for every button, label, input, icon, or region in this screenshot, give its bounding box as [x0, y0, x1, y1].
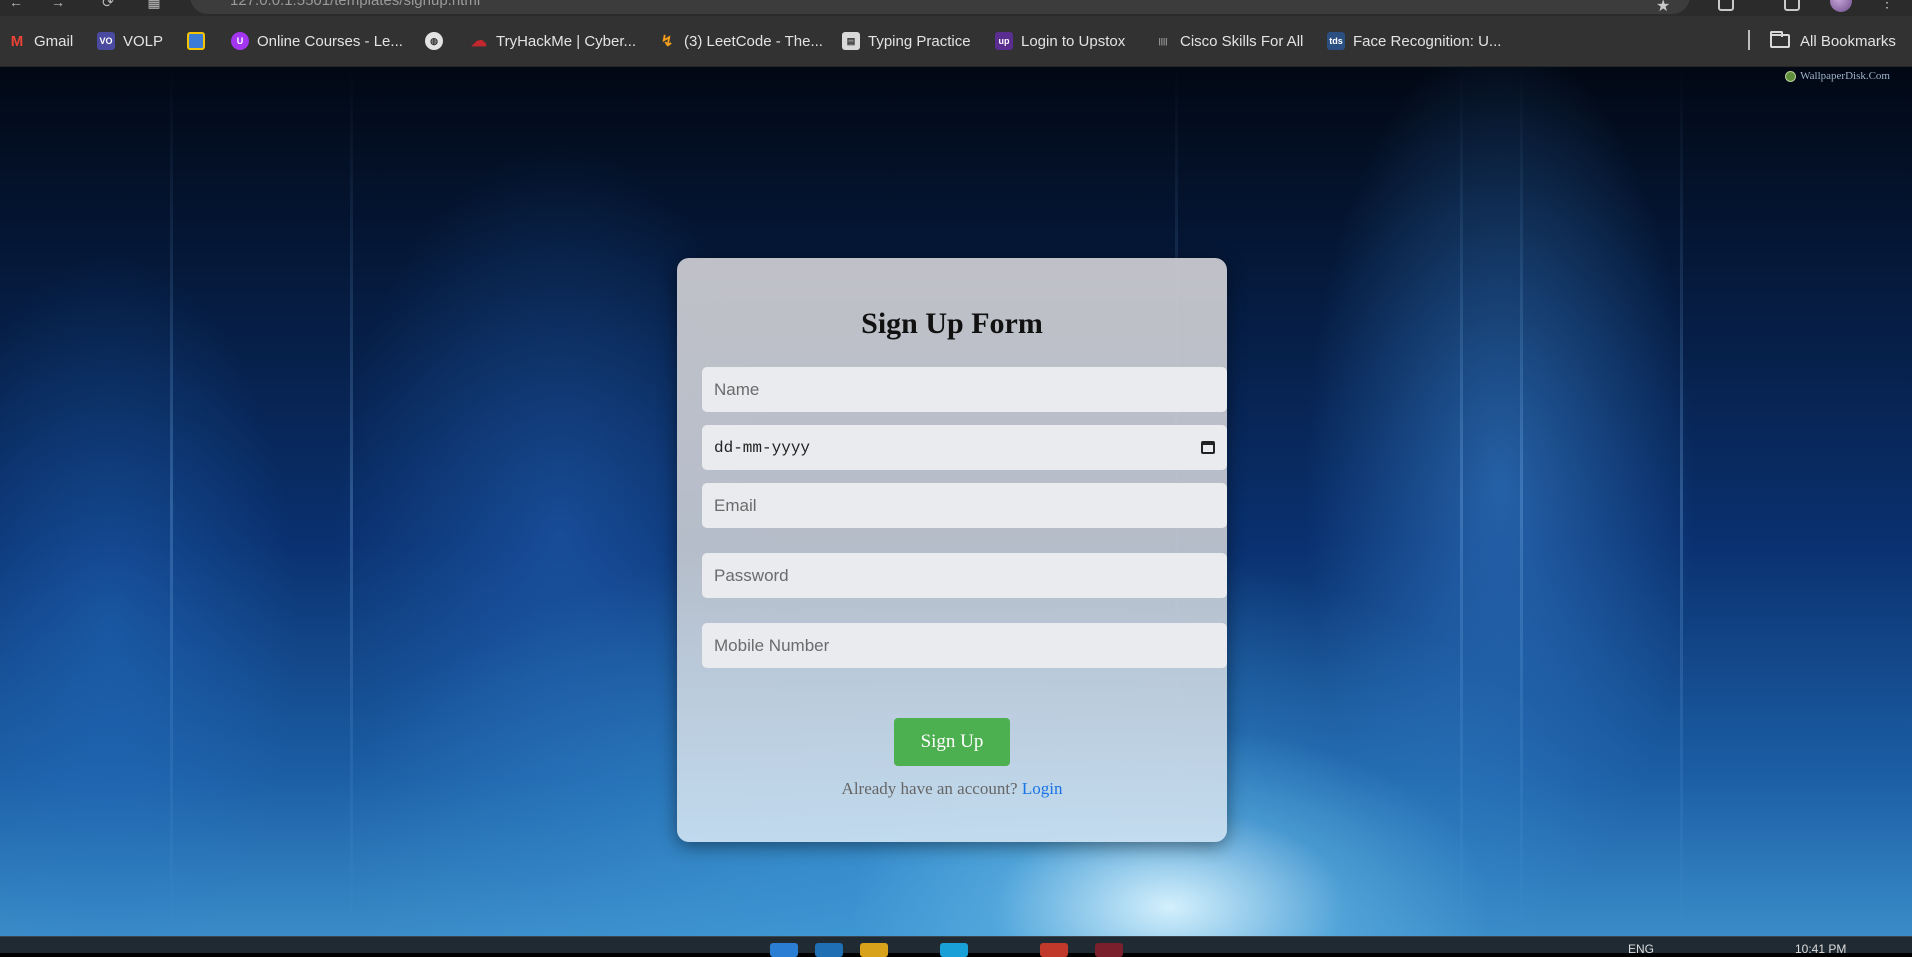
login-link[interactable]: Login — [1022, 779, 1063, 798]
dob-input[interactable]: dd-mm-yyyy — [702, 425, 1227, 470]
tryhackme-icon: ☁ — [471, 33, 487, 50]
bookmarks-bar: M Gmail VO VOLP U Online Courses - Le...… — [0, 16, 1912, 67]
sidepanel-icon[interactable] — [1784, 0, 1800, 11]
address-bar[interactable]: 127.0.0.1:5501/templates/signup.html — [190, 0, 1690, 14]
taskbar: ENG 10:41 PM — [0, 936, 1912, 957]
typing-icon: ▤ — [842, 32, 860, 50]
gmail-icon: M — [10, 32, 24, 50]
volp-icon: VO — [97, 32, 115, 50]
wallpaper-watermark: WallpaperDisk.Com — [1785, 70, 1890, 82]
light-streak — [1680, 67, 1683, 936]
browser-toolbar: ← → ⟳ ▦ 127.0.0.1:5501/templates/signup.… — [0, 0, 1912, 16]
bookmark-label: Login to Upstox — [1021, 32, 1126, 50]
upstox-icon: up — [995, 32, 1013, 50]
profile-avatar[interactable] — [1830, 0, 1852, 12]
clock[interactable]: 10:41 PM — [1795, 942, 1846, 956]
login-prompt-text: Already have an account? — [841, 779, 1018, 798]
taskbar-app-icon[interactable] — [770, 943, 798, 957]
dob-placeholder: dd-mm-yyyy — [714, 438, 811, 457]
light-streak — [170, 67, 173, 936]
bookmark-label: Cisco Skills For All — [1180, 32, 1304, 50]
email-input[interactable] — [702, 483, 1227, 528]
bookmark-divider — [1748, 30, 1750, 50]
bookmark-label: Gmail — [34, 32, 74, 50]
taskbar-app-icon[interactable] — [860, 943, 888, 957]
page-background: WallpaperDisk.Com Sign Up Form dd-mm-yyy… — [0, 67, 1912, 936]
bookmark-udemy[interactable]: U Online Courses - Le... — [231, 16, 403, 66]
tds-icon: tds — [1327, 32, 1345, 50]
bookmark-label: Face Recognition: U... — [1353, 32, 1502, 50]
signup-button[interactable]: Sign Up — [894, 718, 1010, 766]
bookmark-globe[interactable]: ◍ — [425, 16, 451, 66]
reload-icon[interactable]: ⟳ — [100, 0, 116, 10]
apps-icon[interactable]: ▦ — [146, 0, 162, 10]
cisco-icon: |||| — [1158, 36, 1168, 46]
watermark-logo-icon — [1785, 70, 1797, 82]
bookmark-label: VOLP — [123, 32, 164, 50]
mobile-input[interactable] — [702, 623, 1227, 668]
taskbar-app-icon[interactable] — [1095, 943, 1123, 957]
all-bookmarks-label: All Bookmarks — [1800, 32, 1896, 50]
globe-icon: ◍ — [425, 32, 443, 50]
taskbar-app-icon[interactable] — [815, 943, 843, 957]
bookmark-cisco[interactable]: |||| Cisco Skills For All — [1154, 16, 1304, 66]
folder-icon — [1770, 31, 1790, 48]
bookmark-tryhackme[interactable]: ☁ TryHackMe | Cyber... — [470, 16, 636, 66]
bookmark-upstox[interactable]: up Login to Upstox — [995, 16, 1125, 66]
light-streak — [1520, 67, 1523, 936]
bookmark-label: TryHackMe | Cyber... — [496, 32, 637, 50]
forward-icon[interactable]: → — [50, 0, 66, 10]
password-input[interactable] — [702, 553, 1227, 598]
extensions-icon[interactable] — [1718, 0, 1734, 11]
bookmark-label: Typing Practice — [868, 32, 971, 50]
light-streak — [350, 67, 353, 936]
url-text[interactable]: 127.0.0.1:5501/templates/signup.html — [230, 0, 480, 9]
leetcode-blue-icon — [187, 32, 205, 50]
form-title: Sign Up Form — [861, 307, 1043, 340]
bookmark-label: Online Courses - Le... — [257, 32, 403, 50]
bookmark-face-recognition[interactable]: tds Face Recognition: U... — [1327, 16, 1501, 66]
bookmark-typing[interactable]: ▤ Typing Practice — [842, 16, 971, 66]
leetcode-icon: ↯ — [660, 33, 674, 50]
bookmark-star-icon[interactable]: ★ — [1656, 0, 1670, 16]
bookmark-volp[interactable]: VO VOLP — [97, 16, 163, 66]
watermark-text: WallpaperDisk.Com — [1800, 70, 1890, 82]
bookmark-leetcode[interactable]: ↯ (3) LeetCode - The... — [658, 16, 823, 66]
signup-form: Sign Up Form dd-mm-yyyy Sign Up Already … — [677, 258, 1227, 842]
back-icon[interactable]: ← — [8, 0, 24, 10]
bookmark-label: (3) LeetCode - The... — [684, 32, 823, 50]
name-input[interactable] — [702, 367, 1227, 412]
light-streak — [1460, 67, 1463, 936]
taskbar-app-icon[interactable] — [940, 943, 968, 957]
login-prompt: Already have an account? Login — [677, 779, 1227, 799]
taskbar-app-icon[interactable] — [1040, 943, 1068, 957]
language-indicator[interactable]: ENG — [1628, 942, 1654, 956]
menu-icon[interactable]: ⋮ — [1880, 0, 1894, 11]
udemy-icon: U — [231, 32, 249, 50]
bookmark-blue[interactable] — [187, 16, 213, 66]
all-bookmarks-button[interactable]: All Bookmarks — [1770, 16, 1896, 66]
calendar-icon[interactable] — [1201, 441, 1215, 454]
bookmark-gmail[interactable]: M Gmail — [8, 16, 73, 66]
